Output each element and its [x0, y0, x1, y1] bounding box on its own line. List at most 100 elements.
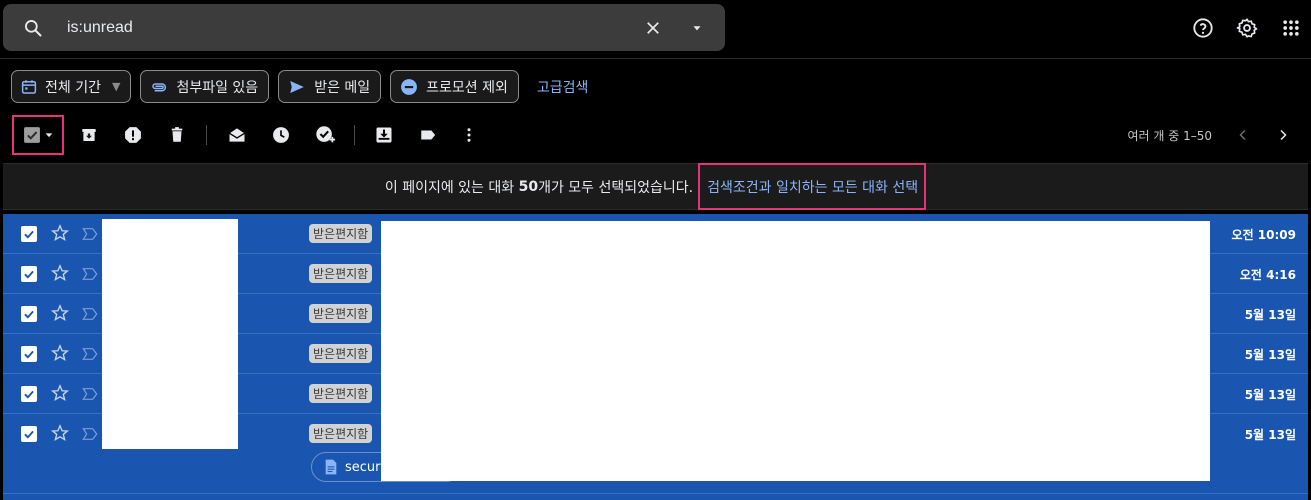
inbox-label-chip[interactable]: 받은편지함	[309, 264, 373, 283]
add-task-icon	[314, 124, 336, 146]
star-icon[interactable]	[50, 263, 70, 283]
settings-button[interactable]	[1227, 8, 1267, 48]
header-divider	[0, 58, 1311, 59]
importance-marker-icon[interactable]	[81, 265, 99, 283]
newer-page-button[interactable]	[1271, 123, 1295, 147]
email-date: 5월 13일	[1244, 388, 1296, 402]
report-spam-button[interactable]	[119, 121, 147, 149]
search-icon	[23, 18, 43, 38]
close-icon	[644, 19, 662, 37]
more-actions-button[interactable]	[455, 121, 483, 149]
toolbar-divider	[206, 125, 207, 145]
email-date: 5월 13일	[1244, 348, 1296, 362]
importance-marker-icon[interactable]	[81, 305, 99, 323]
clock-icon	[271, 125, 291, 145]
chip-label: 프로모션 제외	[426, 79, 508, 96]
inbox-label-chip[interactable]: 받은편지함	[309, 304, 373, 323]
more-vert-icon	[466, 126, 472, 144]
email-date: 오전 4:16	[1239, 268, 1296, 282]
star-icon[interactable]	[50, 343, 70, 363]
toolbar-divider	[354, 125, 355, 145]
gear-icon	[1236, 17, 1258, 39]
row-checkbox[interactable]	[21, 266, 37, 282]
row-checkbox[interactable]	[21, 306, 37, 322]
email-list: 받은편지함 오전 10:09 받은편지함 오전 4:16 받은편지함 5월 13…	[3, 214, 1308, 500]
open-envelope-icon	[227, 125, 247, 145]
paperclip-icon	[149, 78, 169, 96]
search-input[interactable]	[53, 4, 633, 51]
importance-marker-icon[interactable]	[81, 345, 99, 363]
inbox-label-chip[interactable]: 받은편지함	[309, 224, 373, 243]
chevron-right-icon	[1277, 129, 1289, 141]
clear-search-button[interactable]	[633, 8, 673, 48]
star-icon[interactable]	[50, 383, 70, 403]
search-button[interactable]	[13, 8, 53, 48]
email-date: 오전 10:09	[1231, 228, 1296, 242]
importance-marker-icon[interactable]	[81, 225, 99, 243]
message-toolbar: 여러 개 중 1–50	[0, 115, 1311, 155]
top-right-actions	[1183, 8, 1311, 48]
document-icon	[324, 459, 338, 475]
banner-prefix: 이 페이지에 있는 대화	[384, 179, 519, 196]
selection-banner: 이 페이지에 있는 대화 50 개가 모두 선택되었습니다. 검색조건과 일치하…	[3, 163, 1308, 210]
importance-marker-icon[interactable]	[81, 425, 99, 443]
minus-circle-icon	[399, 77, 419, 97]
caret-down-icon	[690, 21, 704, 35]
trash-icon	[168, 125, 186, 145]
row-checkbox[interactable]	[21, 226, 37, 242]
snooze-button[interactable]	[267, 121, 295, 149]
archive-icon	[80, 126, 98, 144]
star-icon[interactable]	[50, 223, 70, 243]
pagination-text: 여러 개 중 1–50	[1127, 129, 1212, 143]
move-to-inbox-icon	[374, 125, 394, 145]
advanced-search-link[interactable]: 고급검색	[537, 77, 589, 97]
banner-suffix: 개가 모두 선택되었습니다.	[538, 179, 694, 196]
search-options-button[interactable]	[677, 8, 717, 48]
attachment-name: secur	[345, 459, 381, 475]
calendar-icon	[20, 78, 38, 96]
inbox-label-chip[interactable]: 받은편지함	[309, 384, 373, 403]
checkbox-checked-icon	[22, 125, 42, 145]
redacted-sender-area	[102, 219, 238, 449]
chevron-down-icon: ▼	[111, 80, 121, 93]
select-all-checkbox[interactable]	[12, 115, 64, 155]
row-checkbox[interactable]	[21, 386, 37, 402]
inbox-label-chip[interactable]: 받은편지함	[309, 424, 373, 443]
chip-label: 받은 메일	[314, 79, 371, 96]
row-checkbox[interactable]	[21, 346, 37, 362]
apps-button[interactable]	[1271, 8, 1311, 48]
chip-has-attachment[interactable]: 첨부파일 있음	[140, 70, 270, 103]
caret-down-icon	[44, 130, 54, 140]
move-to-button[interactable]	[370, 121, 398, 149]
search-bar	[3, 4, 725, 51]
report-spam-icon	[123, 125, 143, 145]
chip-exclude-promotions[interactable]: 프로모션 제외	[390, 70, 519, 103]
star-icon[interactable]	[50, 423, 70, 443]
labels-button[interactable]	[414, 121, 442, 149]
send-icon	[287, 78, 307, 96]
email-date: 5월 13일	[1244, 308, 1296, 322]
archive-button[interactable]	[75, 121, 103, 149]
redacted-subject-area	[381, 221, 1210, 481]
chip-received[interactable]: 받은 메일	[278, 70, 382, 103]
email-date: 5월 13일	[1244, 428, 1296, 442]
banner-count: 50	[518, 178, 539, 195]
label-icon	[418, 126, 438, 144]
add-to-tasks-button[interactable]	[311, 121, 339, 149]
mark-as-read-button[interactable]	[223, 121, 251, 149]
select-all-matching-link[interactable]: 검색조건과 일치하는 모든 대화 선택	[698, 163, 927, 210]
apps-grid-icon	[1281, 18, 1301, 38]
chevron-left-icon	[1237, 129, 1249, 141]
inbox-label-chip[interactable]: 받은편지함	[309, 344, 373, 363]
help-button[interactable]	[1183, 8, 1223, 48]
older-page-button[interactable]	[1231, 123, 1255, 147]
chip-label: 첨부파일 있음	[176, 79, 259, 96]
importance-marker-icon[interactable]	[81, 385, 99, 403]
row-checkbox[interactable]	[21, 426, 37, 442]
chip-date-range[interactable]: 전체 기간 ▼	[11, 70, 132, 103]
help-icon	[1192, 17, 1214, 39]
delete-button[interactable]	[163, 121, 191, 149]
star-icon[interactable]	[50, 303, 70, 323]
chip-label: 전체 기간	[45, 79, 101, 96]
search-filter-chips: 전체 기간 ▼ 첨부파일 있음 받은 메일 프로모션 제외 고급검색	[11, 70, 588, 103]
